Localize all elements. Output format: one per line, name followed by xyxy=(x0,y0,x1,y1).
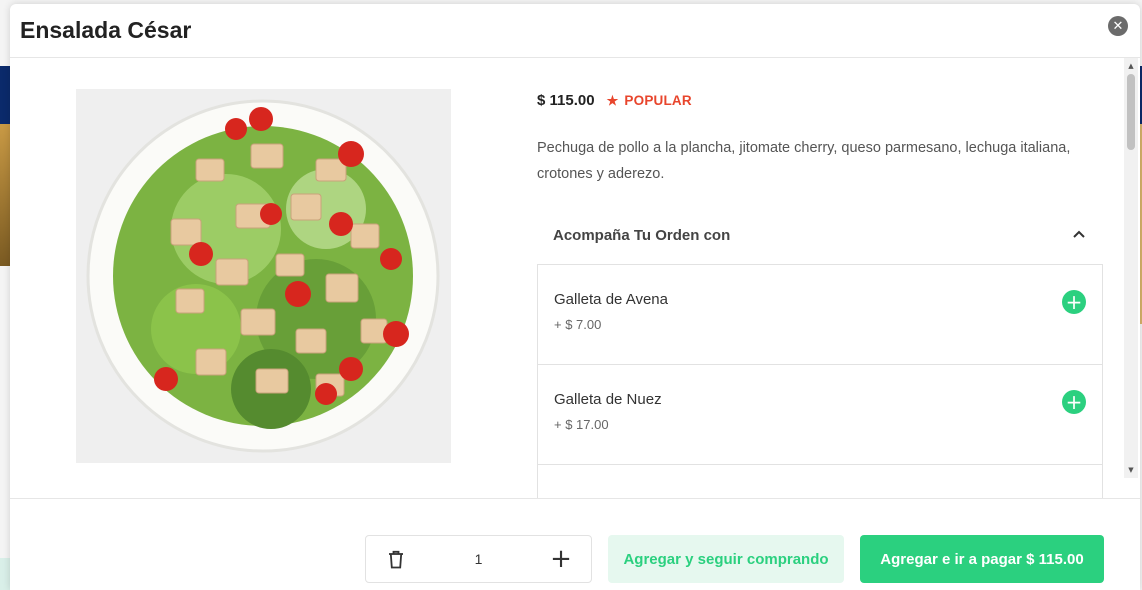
quantity-stepper: 1 + xyxy=(365,535,592,583)
modal-body: $ 115.00 ★ POPULAR Pechuga de pollo a la… xyxy=(10,58,1140,498)
add-icon[interactable]: + xyxy=(1062,390,1086,414)
modal-title: Ensalada César xyxy=(20,17,192,43)
scrollbar-thumb[interactable] xyxy=(1127,74,1135,150)
scroll-down-icon[interactable]: ▼ xyxy=(1127,466,1135,474)
modal-scrollbar[interactable]: ▲ ▼ xyxy=(1124,58,1138,478)
add-icon[interactable]: + xyxy=(1062,290,1086,314)
option-list: Galleta de Avena + $ 7.00 + Galleta de N… xyxy=(537,264,1103,498)
accordion-title: Acompaña Tu Orden con xyxy=(553,226,731,244)
accordion-header[interactable]: Acompaña Tu Orden con xyxy=(537,206,1103,264)
salad-image xyxy=(76,89,451,463)
option-name: Galleta de Avena xyxy=(554,291,668,308)
option-name: Galleta de Nuez xyxy=(554,391,662,408)
popular-label: POPULAR xyxy=(624,93,692,108)
option-price: + $ 17.00 xyxy=(554,417,609,432)
add-and-pay-button[interactable]: Agregar e ir a pagar $ 115.00 xyxy=(860,535,1104,583)
plus-icon[interactable]: + xyxy=(531,535,591,583)
trash-icon[interactable] xyxy=(366,535,426,583)
product-modal: Ensalada César ✕ $ 115.00 ★ POPULAR Pech… xyxy=(10,4,1140,590)
option-price: + $ 7.00 xyxy=(554,317,602,332)
product-description: Pechuga de pollo a la plancha, jitomate … xyxy=(537,140,1071,182)
scroll-up-icon[interactable]: ▲ xyxy=(1127,62,1135,70)
star-icon: ★ xyxy=(606,92,619,108)
option-item[interactable]: Galleta de Avena + $ 7.00 + xyxy=(538,265,1102,365)
close-icon[interactable]: ✕ xyxy=(1108,16,1128,36)
modal-header: Ensalada César ✕ xyxy=(10,4,1140,58)
modal-footer: 1 + Agregar y seguir comprando Agregar e… xyxy=(10,498,1140,590)
option-item[interactable] xyxy=(538,465,1102,498)
chevron-up-icon[interactable] xyxy=(1069,224,1089,244)
popular-badge: ★ POPULAR xyxy=(607,93,692,109)
quantity-value: 1 xyxy=(474,551,483,567)
option-item[interactable]: Galleta de Nuez + $ 17.00 + xyxy=(538,365,1102,465)
product-price: $ 115.00 xyxy=(537,92,595,109)
add-and-continue-button[interactable]: Agregar y seguir comprando xyxy=(608,535,844,583)
price-row: $ 115.00 ★ POPULAR xyxy=(537,92,692,109)
